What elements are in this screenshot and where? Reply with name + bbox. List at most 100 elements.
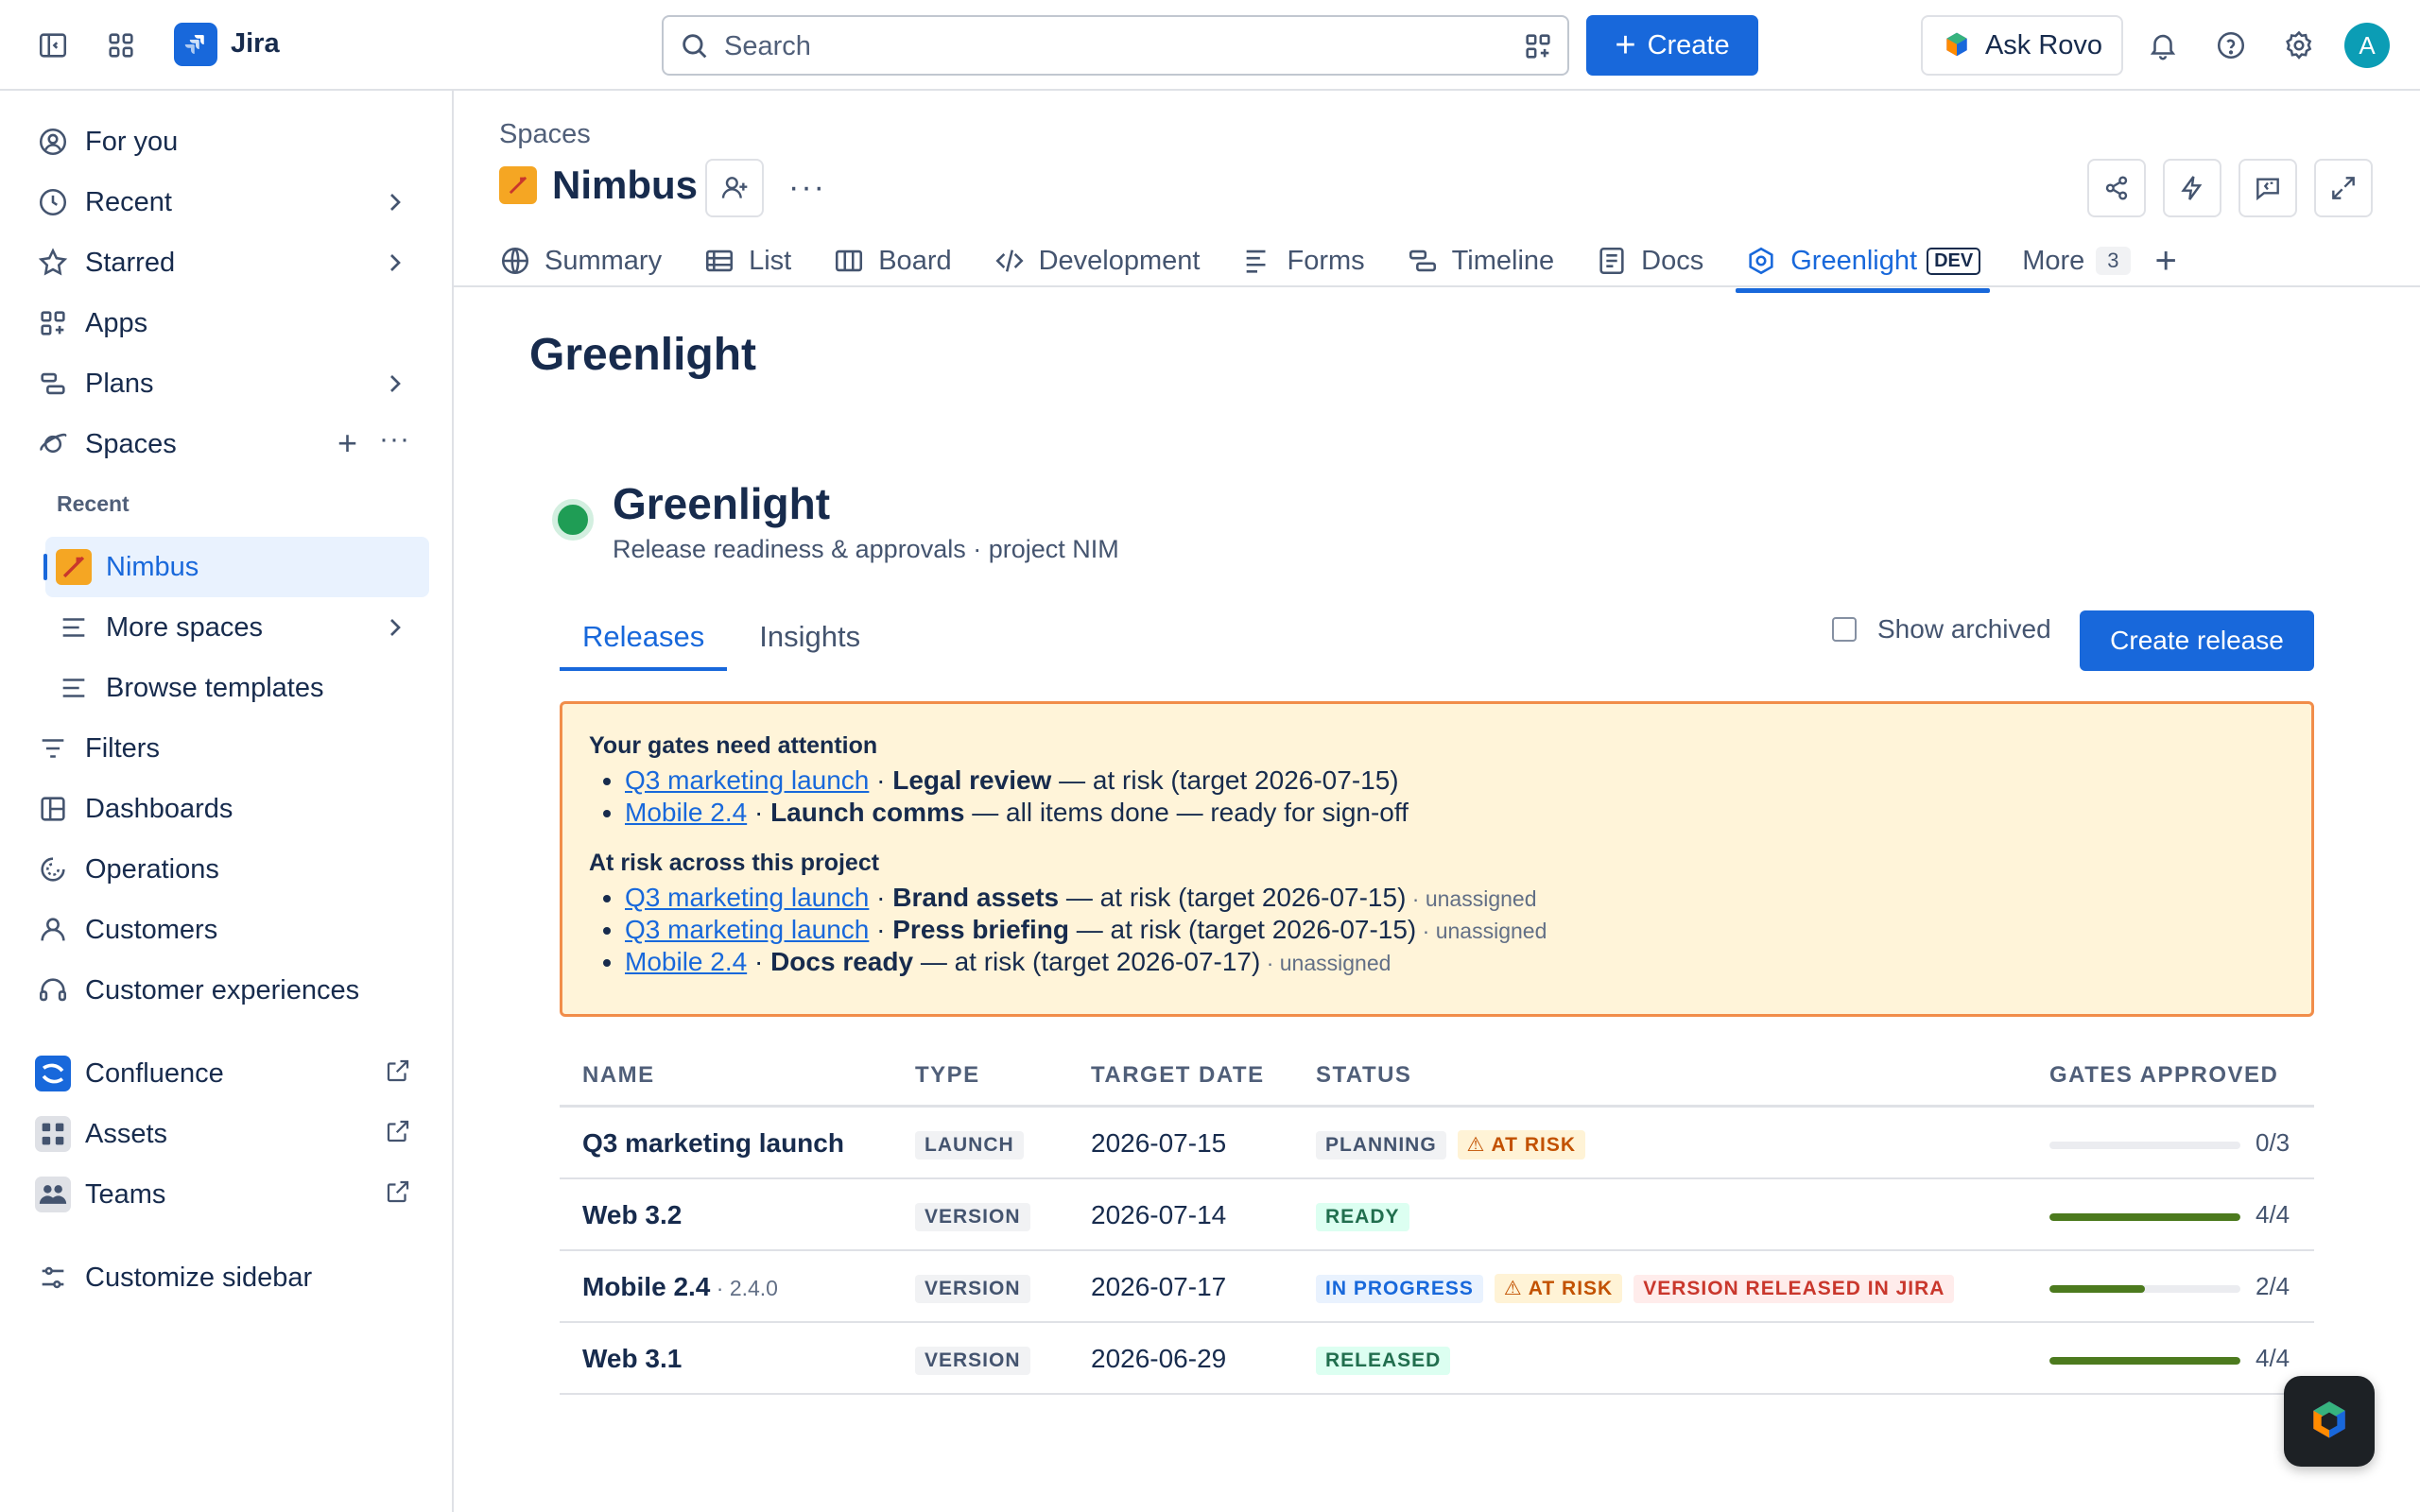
progress-fill [2049,1213,2240,1221]
sidebar-item-label: Confluence [85,1057,224,1089]
show-archived-toggle[interactable]: Show archived [1832,614,2051,644]
sidebar-item-spaces[interactable]: Spaces + ··· [34,418,431,471]
sidebar-item-filters[interactable]: Filters [34,722,431,775]
automation-button[interactable] [2163,159,2221,217]
tab-timeline[interactable]: Timeline [1407,234,1554,287]
more-options-icon[interactable]: ··· [379,423,410,455]
sidebar-item-apps[interactable]: Apps [34,297,431,350]
app-title: Greenlight [613,479,831,528]
ask-rovo-button[interactable]: Ask Rovo [1921,15,2123,76]
assets-icon [34,1115,72,1153]
share-button[interactable] [2087,159,2146,217]
create-release-button[interactable]: Create release [2080,610,2314,671]
dashboard-icon [34,790,72,828]
settings-gear-icon[interactable] [2278,25,2320,66]
sidebar-item-dashboards[interactable]: Dashboards [34,782,431,835]
gate-detail: — at risk (target 2026-07-17) [913,947,1261,976]
feedback-button[interactable] [2238,159,2297,217]
column-status[interactable]: STATUS [1316,1062,1411,1089]
target-date: 2026-07-15 [1091,1128,1227,1158]
release-name[interactable]: Mobile 2.4 · 2.4.0 [582,1272,778,1302]
help-icon[interactable] [2210,25,2252,66]
sidebar-toggle-icon[interactable] [32,25,74,66]
chevron-right-icon[interactable] [380,612,410,643]
search-box[interactable] [662,15,1569,76]
sidebar-item-customers[interactable]: Customers [34,903,431,956]
column-name[interactable]: NAME [582,1062,655,1089]
sidebar-item-for-you[interactable]: For you [34,115,431,168]
table-row[interactable]: Web 3.1 VERSION 2026-06-29 RELEASED 4/4 [560,1323,2314,1395]
user-avatar[interactable]: A [2344,23,2390,68]
release-link[interactable]: Q3 marketing launch [625,765,869,795]
assignee-note: · unassigned [1260,951,1392,975]
release-name[interactable]: Q3 marketing launch [582,1128,844,1159]
tab-more[interactable]: More 3 [2022,234,2131,287]
type-lozenge: VERSION [915,1202,1030,1231]
sidebar-item-more-spaces[interactable]: More spaces [55,601,431,654]
sidebar-item-confluence[interactable]: Confluence [34,1047,431,1100]
target-date: 2026-07-14 [1091,1200,1227,1229]
sidebar-item-recent[interactable]: Recent [34,176,431,229]
sidebar-item-customize[interactable]: Customize sidebar [34,1251,431,1304]
tab-summary[interactable]: Summary [499,234,662,287]
tab-board[interactable]: Board [833,234,952,287]
tab-docs[interactable]: Docs [1596,234,1703,287]
app-switcher-icon[interactable] [100,25,142,66]
nimbus-space-icon [499,166,537,204]
status-dot [552,499,594,541]
search-filter-icon[interactable] [1522,30,1554,62]
attention-banner: Your gates need attention Q3 marketing l… [560,701,2314,1017]
gates-count: 4/4 [2256,1344,2290,1372]
release-name[interactable]: Web 3.1 [582,1344,682,1374]
tab-releases[interactable]: Releases [560,616,728,671]
sidebar-item-starred[interactable]: Starred [34,236,431,289]
tab-list[interactable]: List [703,234,791,287]
release-link[interactable]: Mobile 2.4 [625,798,747,827]
column-type[interactable]: TYPE [915,1062,980,1089]
sidebar-item-plans[interactable]: Plans [34,357,431,410]
tab-label: Greenlight [1790,245,1918,276]
status-badge: IN PROGRESS [1316,1274,1483,1303]
release-link[interactable]: Q3 marketing launch [625,915,869,944]
add-tab-icon[interactable]: + [2155,234,2177,287]
notifications-bell-icon[interactable] [2142,25,2184,66]
chevron-right-icon[interactable] [380,369,410,399]
sidebar-item-label: Recent [85,186,172,217]
column-target-date[interactable]: TARGET DATE [1091,1062,1265,1089]
sidebar-item-browse-templates[interactable]: Browse templates [55,662,431,714]
tab-greenlight[interactable]: Greenlight DEV [1736,234,1991,293]
tab-development[interactable]: Development [994,234,1200,287]
column-gates-approved[interactable]: GATES APPROVED [2049,1062,2278,1089]
app-name[interactable]: Jira [231,28,280,60]
table-row[interactable]: Q3 marketing launch LAUNCH 2026-07-15 PL… [560,1108,2314,1179]
table-row[interactable]: Web 3.2 VERSION 2026-07-14 READY 4/4 [560,1179,2314,1251]
sidebar-item-assets[interactable]: Assets [34,1108,431,1160]
sidebar-item-label: Operations [85,853,219,885]
create-button[interactable]: + Create [1586,15,1758,76]
release-name[interactable]: Web 3.2 [582,1200,682,1230]
sidebar-item-label: Customer experiences [85,974,360,1005]
sidebar-item-nimbus[interactable]: Nimbus [55,541,431,593]
table-row[interactable]: Mobile 2.4 · 2.4.0 VERSION 2026-07-17 IN… [560,1251,2314,1323]
sidebar-item-operations[interactable]: Operations [34,843,431,896]
star-icon [34,244,72,282]
search-input[interactable] [724,28,1480,64]
chevron-right-icon[interactable] [380,248,410,278]
show-archived-checkbox[interactable] [1832,617,1857,642]
gates-count: 4/4 [2256,1200,2290,1228]
release-link[interactable]: Mobile 2.4 [625,947,747,976]
rovo-chat-button[interactable] [2284,1376,2375,1467]
add-space-icon[interactable]: + [337,423,357,463]
sidebar-item-customer-experiences[interactable]: Customer experiences [34,964,431,1017]
fullscreen-button[interactable] [2314,159,2373,217]
chevron-right-icon[interactable] [380,187,410,217]
sidebar-item-teams[interactable]: Teams [34,1168,431,1221]
breadcrumb[interactable]: Spaces [499,119,591,150]
release-link[interactable]: Q3 marketing launch [625,883,869,912]
add-people-button[interactable] [705,159,764,217]
teams-icon [34,1176,72,1213]
jira-logo-icon[interactable] [174,23,217,66]
space-more-icon[interactable]: ··· [783,163,832,212]
tab-insights[interactable]: Insights [736,616,883,671]
tab-forms[interactable]: Forms [1241,234,1365,287]
